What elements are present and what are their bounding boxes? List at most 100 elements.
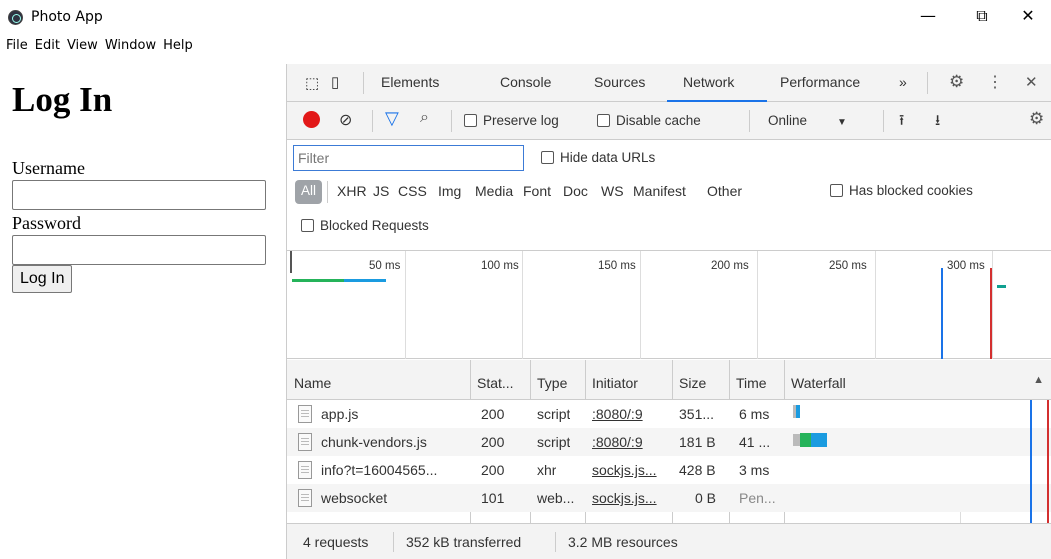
- request-status: 101: [481, 490, 505, 506]
- tab-sources[interactable]: Sources: [594, 74, 645, 90]
- type-filter-ws[interactable]: WS: [601, 183, 624, 199]
- type-filter-js[interactable]: JS: [373, 183, 389, 199]
- request-size: 428 B: [679, 462, 716, 478]
- login-button[interactable]: Log In: [12, 265, 73, 293]
- preserve-log-label: Preserve log: [483, 113, 559, 128]
- request-initiator[interactable]: sockjs.js...: [592, 490, 668, 506]
- throttling-value: Online: [768, 113, 808, 128]
- type-filter-media[interactable]: Media: [475, 183, 513, 199]
- menu-bar: File Edit View Window Help: [0, 38, 193, 58]
- request-type: web...: [537, 490, 575, 506]
- kebab-menu-icon[interactable]: ⋮: [987, 72, 1003, 92]
- network-settings-gear-icon[interactable]: ⚙: [1029, 109, 1044, 129]
- request-time: Pen...: [739, 490, 776, 506]
- blocked-requests-checkbox[interactable]: Blocked Requests: [301, 218, 429, 233]
- record-icon[interactable]: [303, 111, 320, 128]
- load-event-line: [1047, 400, 1049, 523]
- has-blocked-cookies-checkbox[interactable]: Has blocked cookies: [830, 183, 973, 198]
- disable-cache-checkbox[interactable]: Disable cache: [597, 113, 701, 128]
- type-filter-css[interactable]: CSS: [398, 183, 427, 199]
- import-har-icon[interactable]: ⭱: [899, 110, 904, 135]
- tab-console[interactable]: Console: [500, 74, 551, 90]
- username-input[interactable]: [12, 180, 266, 210]
- request-time: 6 ms: [739, 406, 770, 422]
- network-overview: 50 ms 100 ms 150 ms 200 ms 250 ms 300 ms: [287, 251, 1051, 359]
- type-filter-font[interactable]: Font: [523, 183, 551, 199]
- tab-performance[interactable]: Performance: [780, 74, 860, 90]
- hide-data-urls-label: Hide data URLs: [560, 150, 656, 165]
- request-initiator[interactable]: :8080/:9: [592, 406, 643, 422]
- type-filter-all[interactable]: All: [295, 180, 323, 204]
- export-har-icon[interactable]: ⭳: [935, 110, 940, 135]
- device-toolbar-icon[interactable]: ▯: [331, 73, 339, 91]
- overview-tick: 50 ms: [369, 260, 401, 272]
- close-devtools-icon[interactable]: ✕: [1025, 73, 1038, 91]
- filter-icon[interactable]: ▽: [385, 108, 399, 129]
- hide-data-urls-checkbox[interactable]: Hide data URLs: [541, 150, 655, 165]
- tab-elements[interactable]: Elements: [381, 74, 439, 90]
- table-row[interactable]: chunk-vendors.js 200 script :8080/:9 181…: [287, 428, 1051, 456]
- request-name: app.js: [321, 406, 359, 422]
- password-input[interactable]: [12, 235, 266, 265]
- app-icon: [8, 10, 23, 25]
- type-filter-doc[interactable]: Doc: [563, 183, 588, 199]
- col-header-status[interactable]: Stat...: [470, 360, 530, 400]
- menu-edit[interactable]: Edit: [35, 38, 60, 58]
- username-label: Username: [12, 158, 85, 178]
- type-filter-manifest[interactable]: Manifest: [633, 183, 686, 199]
- password-label: Password: [12, 213, 82, 233]
- menu-help[interactable]: Help: [163, 38, 193, 58]
- clear-icon[interactable]: ⊘: [339, 110, 352, 130]
- settings-gear-icon[interactable]: ⚙: [949, 72, 964, 92]
- throttling-select[interactable]: Online ▼: [768, 113, 847, 128]
- col-header-time[interactable]: Time: [729, 360, 784, 400]
- title-bar: Photo App — ⧉ ✕: [0, 0, 1051, 34]
- blocked-requests-label: Blocked Requests: [320, 218, 429, 233]
- filter-input[interactable]: [293, 145, 524, 171]
- file-icon: [298, 433, 312, 451]
- close-button[interactable]: ✕: [1017, 6, 1039, 25]
- col-header-initiator[interactable]: Initiator: [585, 360, 672, 400]
- menu-file[interactable]: File: [6, 38, 28, 58]
- minimize-button[interactable]: —: [917, 6, 939, 25]
- more-tabs-icon[interactable]: »: [899, 74, 907, 90]
- overview-bar: [344, 279, 386, 282]
- request-type: xhr: [537, 462, 557, 478]
- type-filter-xhr[interactable]: XHR: [337, 183, 367, 199]
- col-header-type[interactable]: Type: [530, 360, 585, 400]
- request-time: 3 ms: [739, 462, 770, 478]
- type-filter-other[interactable]: Other: [707, 183, 742, 199]
- col-header-name[interactable]: Name: [287, 360, 470, 400]
- overview-tick: 100 ms: [481, 260, 519, 272]
- col-header-size[interactable]: Size: [672, 360, 729, 400]
- table-row[interactable]: websocket 101 web... sockjs.js... 0 B Pe…: [287, 484, 1051, 512]
- tab-network[interactable]: Network: [683, 74, 734, 90]
- col-header-waterfall[interactable]: Waterfall ▲: [784, 360, 1051, 400]
- request-initiator[interactable]: :8080/:9: [592, 434, 643, 450]
- chevron-down-icon: ▼: [837, 117, 847, 128]
- overview-bar: [292, 279, 344, 282]
- search-icon[interactable]: ⌕: [420, 109, 429, 127]
- waterfall-label: Waterfall: [791, 375, 846, 391]
- overview-tick: 300 ms: [947, 260, 985, 272]
- file-icon: [298, 405, 312, 423]
- menu-window[interactable]: Window: [105, 38, 156, 58]
- has-blocked-cookies-label: Has blocked cookies: [849, 183, 973, 198]
- table-row[interactable]: info?t=16004565... 200 xhr sockjs.js... …: [287, 456, 1051, 484]
- preserve-log-checkbox[interactable]: Preserve log: [464, 113, 559, 128]
- overview-tick: 250 ms: [829, 260, 867, 272]
- app-window: Photo App — ⧉ ✕ File Edit View Window He…: [0, 0, 1051, 559]
- menu-view[interactable]: View: [67, 38, 98, 58]
- resources-size: 3.2 MB resources: [568, 534, 678, 550]
- waterfall-bar: [796, 405, 800, 418]
- request-name: info?t=16004565...: [321, 462, 438, 478]
- table-row[interactable]: app.js 200 script :8080/:9 351... 6 ms: [287, 400, 1051, 428]
- type-filter-img[interactable]: Img: [438, 183, 461, 199]
- request-initiator[interactable]: sockjs.js...: [592, 462, 668, 478]
- maximize-button[interactable]: ⧉: [971, 6, 993, 26]
- request-size: 181 B: [679, 434, 716, 450]
- inspect-element-icon[interactable]: ⬚: [305, 74, 319, 92]
- overview-drag-handle[interactable]: [290, 251, 292, 273]
- request-status: 200: [481, 406, 505, 422]
- file-icon: [298, 461, 312, 479]
